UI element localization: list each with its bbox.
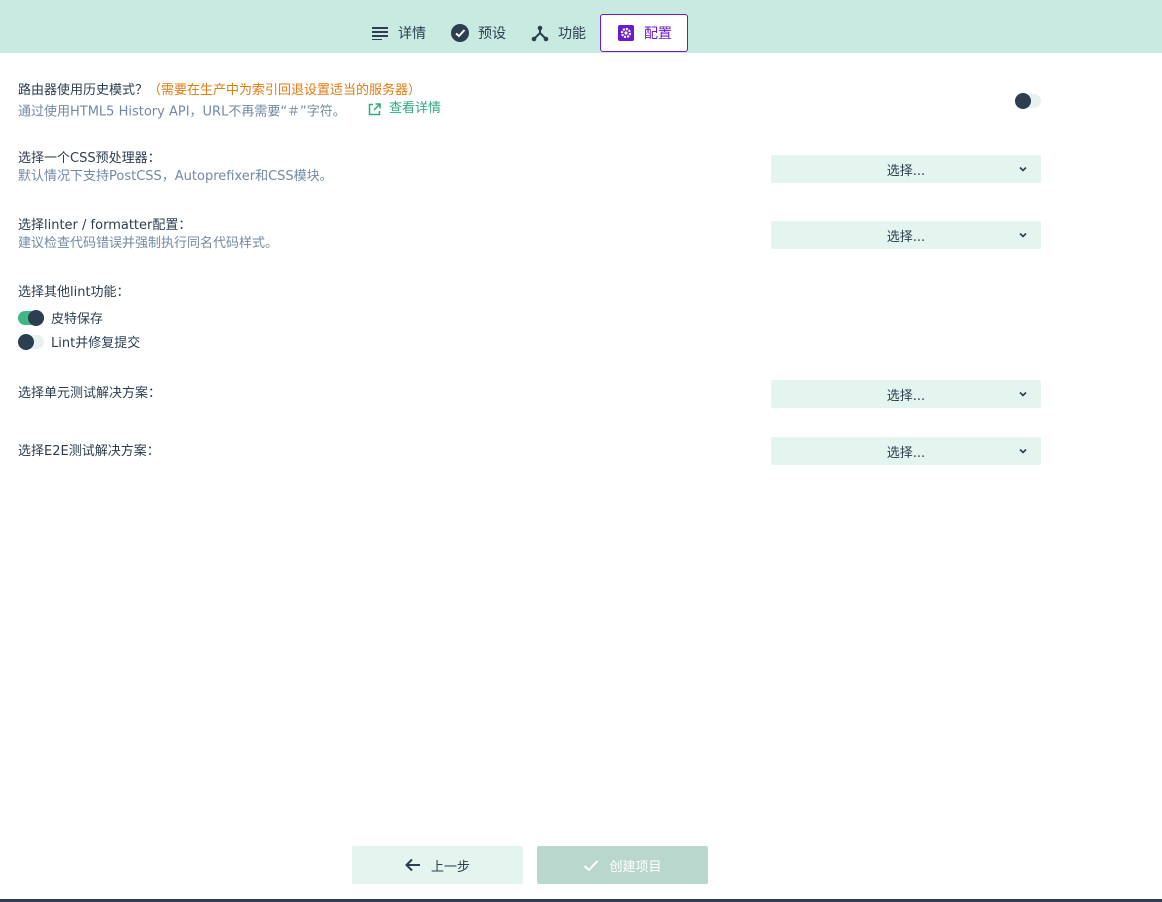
- lint-option-fix-commit[interactable]: Lint并修复提交: [18, 332, 140, 351]
- top-navigation-bar: 详情 预设 功能 配置: [0, 0, 1162, 53]
- lint-fix-commit-toggle[interactable]: [18, 333, 44, 350]
- chevron-down-icon: [1019, 166, 1027, 172]
- history-mode-toggle[interactable]: [1015, 93, 1041, 109]
- tab-details[interactable]: 详情: [360, 14, 436, 52]
- lint-on-save-toggle[interactable]: [18, 309, 44, 326]
- external-link-icon: [368, 102, 381, 116]
- history-mode-desc-text: 通过使用HTML5 History API，URL不再需要“＃”字符。: [18, 104, 346, 120]
- previous-step-button[interactable]: 上一步: [352, 846, 523, 884]
- chevron-down-icon: [1019, 448, 1027, 454]
- create-project-button[interactable]: 创建项目: [537, 846, 708, 884]
- check-icon: [583, 859, 599, 872]
- tab-config[interactable]: 配置: [600, 14, 688, 52]
- more-info-link-label: 查看详情: [388, 101, 441, 116]
- step-tabs: 详情 预设 功能 配置: [360, 14, 692, 52]
- history-mode-setting: 路由器使用历史模式？（需要在生产中为索引回退设置适当的服务器） 通过使用HTML…: [18, 82, 1041, 122]
- check-circle-icon: [450, 23, 470, 43]
- lint-features-setting: 选择其他lint功能：: [18, 284, 1041, 302]
- toggle-knob: [18, 333, 34, 350]
- linter-select-value: 选择...: [886, 229, 926, 245]
- tab-features[interactable]: 功能: [520, 14, 596, 52]
- unit-testing-select-value: 选择...: [886, 388, 926, 404]
- history-mode-question: 路由器使用历史模式？: [18, 83, 149, 98]
- toggle-knob: [1015, 93, 1031, 109]
- tab-config-label: 配置: [644, 26, 672, 42]
- lint-features-label: 选择其他lint功能：: [18, 285, 130, 300]
- unit-testing-select[interactable]: 选择...: [771, 380, 1041, 408]
- history-mode-warning: （需要在生产中为索引回退设置适当的服务器）: [148, 83, 422, 98]
- toggle-knob: [28, 309, 44, 326]
- tab-presets-label: 预设: [478, 26, 506, 42]
- chevron-down-icon: [1019, 391, 1027, 397]
- tab-features-label: 功能: [558, 26, 586, 42]
- e2e-testing-select[interactable]: 选择...: [771, 437, 1041, 465]
- features-icon: [530, 23, 550, 43]
- details-list-icon: [370, 23, 390, 43]
- linter-select[interactable]: 选择...: [771, 221, 1041, 249]
- lint-option-on-save[interactable]: 皮特保存: [18, 308, 103, 327]
- create-project-label: 创建项目: [609, 859, 662, 875]
- lint-on-save-label: 皮特保存: [51, 312, 104, 327]
- previous-step-label: 上一步: [430, 859, 470, 875]
- history-mode-description: 通过使用HTML5 History API，URL不再需要“＃”字符。 查看详情: [18, 100, 1041, 122]
- chevron-down-icon: [1019, 232, 1027, 238]
- history-mode-label: 路由器使用历史模式？（需要在生产中为索引回退设置适当的服务器）: [18, 82, 1041, 100]
- more-info-link[interactable]: 查看详情: [368, 100, 441, 118]
- e2e-testing-select-value: 选择...: [886, 445, 926, 461]
- arrow-left-icon: [405, 858, 421, 872]
- gear-icon: [616, 23, 636, 43]
- css-preprocessor-select-value: 选择...: [886, 163, 926, 179]
- tab-presets[interactable]: 预设: [440, 14, 516, 52]
- tab-details-label: 详情: [398, 26, 426, 42]
- lint-fix-commit-label: Lint并修复提交: [51, 336, 141, 351]
- css-preprocessor-select[interactable]: 选择...: [771, 155, 1041, 183]
